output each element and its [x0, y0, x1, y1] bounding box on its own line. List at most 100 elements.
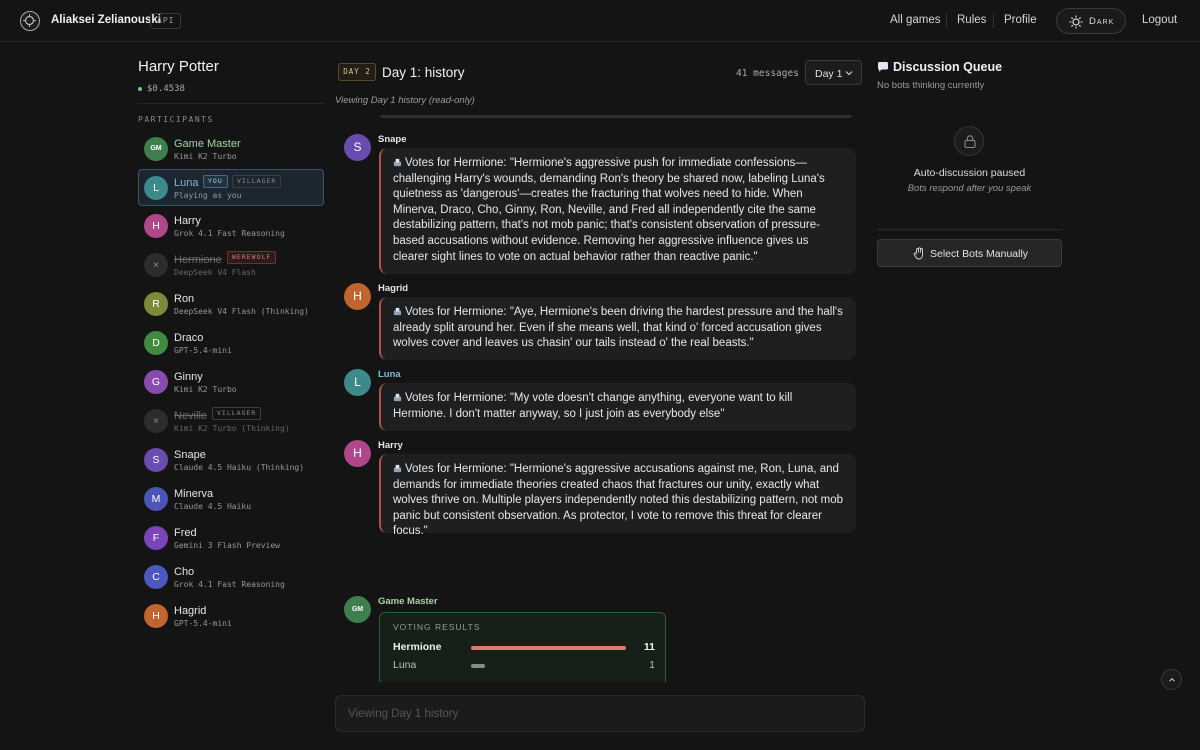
chat-panel: DAY 2 Day 1: history 41 messages Day 1 V…	[335, 58, 865, 750]
message-input-box[interactable]	[335, 695, 865, 732]
brand-name[interactable]: Aliaksei Zelianouski	[51, 14, 161, 26]
participant-model: Kimi K2 Turbo	[174, 152, 237, 161]
participant-model: Grok 4.1 Fast Reasoning	[174, 229, 285, 238]
participant-item[interactable]: C Cho Grok 4.1 Fast Reasoning	[138, 558, 324, 597]
vote-count: 1	[649, 659, 655, 671]
participant-name: Hermione	[174, 254, 222, 266]
participant-model: Kimi K2 Turbo (Thinking)	[174, 424, 290, 433]
theme-toggle-button[interactable]: Dark	[1056, 8, 1126, 34]
logout-link[interactable]: Logout	[1142, 14, 1177, 26]
top-nav: Aliaksei Zelianouski API All games Rules…	[0, 0, 1200, 42]
nav-all-games[interactable]: All games	[890, 14, 941, 26]
message-text: Votes for Hermione: "Hermione's aggressi…	[393, 157, 825, 263]
game-sidebar: Harry Potter $0.4538 PARTICIPANTS GM Game…	[138, 58, 324, 636]
message-text: Votes for Hermione: "Aye, Hermione's bee…	[393, 306, 843, 350]
participant-item[interactable]: GM Game Master Kimi K2 Turbo	[138, 130, 324, 169]
select-bots-label: Select Bots Manually	[930, 248, 1029, 260]
nav-divider	[946, 14, 947, 28]
role-badge: VILLAGER	[212, 407, 262, 420]
participant-model: Kimi K2 Turbo	[174, 385, 237, 394]
voting-results-card: VOTING RESULTSHermione11Luna1Hermione re…	[379, 612, 666, 682]
message-avatar: S	[344, 134, 371, 161]
divider	[138, 103, 324, 104]
participant-model: DeepSeek V4 Flash	[174, 268, 256, 277]
api-badge: API	[150, 13, 182, 29]
participant-item[interactable]: H Harry Grok 4.1 Fast Reasoning	[138, 207, 324, 246]
vote-count: 11	[643, 641, 655, 653]
message-text: Votes for Hermione: "My vote doesn't cha…	[393, 392, 793, 420]
participant-name: Luna	[174, 177, 199, 189]
participant-item[interactable]: M Minerva Claude 4.5 Haiku	[138, 480, 324, 519]
participant-model: DeepSeek V4 Flash (Thinking)	[174, 307, 309, 316]
participant-item[interactable]: L Luna Playing as you YOU VILLAGER	[138, 169, 324, 206]
participant-name: Game Master	[174, 138, 241, 150]
participant-model: Gemini 3 Flash Preview	[174, 541, 280, 550]
lock-icon	[954, 126, 984, 156]
participant-item[interactable]: H Hagrid GPT-5.4-mini	[138, 597, 324, 636]
vote-candidate: Luna	[393, 659, 417, 671]
paused-title: Auto-discussion paused	[913, 167, 1026, 179]
game-title: Harry Potter	[138, 58, 219, 75]
queue-title-text: Discussion Queue	[893, 60, 1003, 74]
role-badge: YOU	[203, 175, 228, 188]
participant-item[interactable]: S Snape Claude 4.5 Haiku (Thinking)	[138, 441, 324, 480]
vote-message-bubble: Votes for Hermione: "Hermione's aggressi…	[379, 148, 856, 274]
participant-item[interactable]: G Ginny Kimi K2 Turbo	[138, 363, 324, 402]
chevron-up-icon	[1169, 677, 1175, 682]
participant-avatar: M	[144, 487, 168, 511]
participant-item[interactable]: F Fred Gemini 3 Flash Preview	[138, 519, 324, 558]
chevron-down-icon	[845, 71, 853, 76]
message-avatar: H	[344, 440, 371, 467]
day-select[interactable]: Day 1	[805, 60, 862, 85]
participant-avatar: GM	[144, 137, 168, 161]
vote-bar	[471, 664, 485, 668]
message-input[interactable]	[336, 696, 864, 731]
readonly-note: Viewing Day 1 history (read-only)	[335, 95, 475, 106]
ballot-box-icon	[393, 393, 402, 402]
ballot-box-icon	[393, 464, 402, 473]
day-badge: DAY 2	[338, 63, 376, 81]
participant-name: Cho	[174, 566, 195, 578]
participant-item[interactable]: R Ron DeepSeek V4 Flash (Thinking)	[138, 285, 324, 324]
vote-candidate: Hermione	[393, 641, 442, 653]
queue-title: Discussion Queue	[877, 60, 1062, 74]
participant-model: GPT-5.4-mini	[174, 346, 232, 355]
participant-name: Ron	[174, 293, 195, 305]
message-text: Votes for Hermione: "Hermione's aggressi…	[393, 463, 844, 538]
previous-message-edge	[380, 115, 852, 118]
nav-divider	[993, 14, 994, 28]
game-cost: $0.4538	[138, 84, 324, 94]
paused-subtitle: Bots respond after you speak	[907, 183, 1032, 194]
participant-model: Claude 4.5 Haiku (Thinking)	[174, 463, 305, 472]
nav-rules[interactable]: Rules	[957, 14, 986, 26]
divider	[877, 229, 1062, 230]
discussion-queue-panel: Discussion Queue No bots thinking curren…	[877, 58, 1062, 267]
participant-avatar: F	[144, 526, 168, 550]
message-list[interactable]: S Snape Votes for Hermione: "Hermione's ag…	[335, 115, 865, 682]
participant-item[interactable]: × Neville Kimi K2 Turbo (Thinking) VILLAGER	[138, 402, 324, 441]
participant-name: Snape	[174, 449, 206, 461]
select-bots-button[interactable]: Select Bots Manually	[877, 239, 1062, 267]
participant-avatar: S	[144, 448, 168, 472]
queue-status: No bots thinking currently	[877, 80, 985, 91]
participants-list: GM Game Master Kimi K2 Turbo L Luna Playing a…	[138, 130, 324, 636]
message-count: 41 messages	[736, 68, 799, 79]
chat-header: DAY 2 Day 1: history 41 messages Day 1	[335, 58, 865, 90]
scroll-to-top-button[interactable]	[1161, 669, 1182, 690]
participant-name: Draco	[174, 332, 204, 344]
participant-avatar: ×	[144, 409, 168, 433]
vote-message-bubble: Votes for Hermione: "Hermione's aggressi…	[379, 454, 856, 537]
participant-item[interactable]: × Hermione DeepSeek V4 Flash WEREWOLF	[138, 246, 324, 285]
vote-result-row: Hermione 11	[393, 641, 655, 655]
participant-name: Fred	[174, 527, 197, 539]
participant-item[interactable]: D Draco GPT-5.4-mini	[138, 324, 324, 363]
ballot-box-icon	[393, 158, 402, 167]
theme-label: Dark	[1089, 16, 1115, 27]
day-select-value: Day 1	[815, 68, 843, 80]
message-avatar: H	[344, 283, 371, 310]
brand-logo-icon[interactable]	[20, 11, 40, 31]
message-avatar: L	[344, 369, 371, 396]
nav-profile[interactable]: Profile	[1004, 14, 1037, 26]
vote-message-bubble: Votes for Hermione: "Aye, Hermione's bee…	[379, 297, 856, 360]
message-sender: Harry	[378, 440, 403, 451]
